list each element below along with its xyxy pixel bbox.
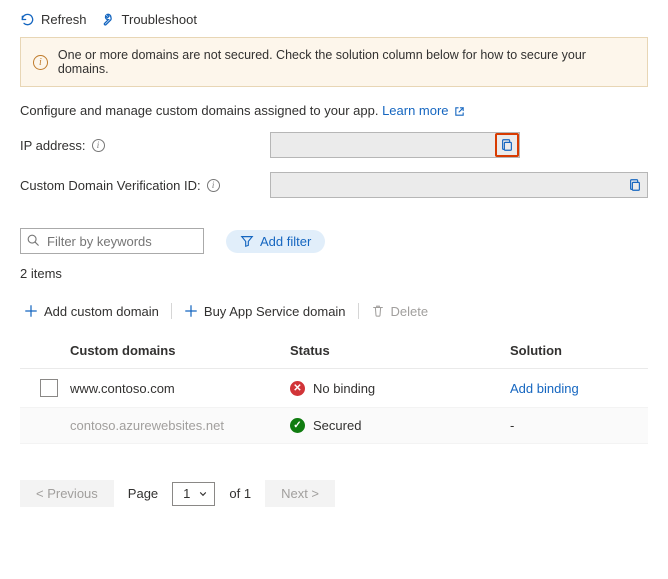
- copy-icon: [500, 138, 514, 152]
- table-row: contoso.azurewebsites.net ✓ Secured -: [20, 408, 648, 444]
- delete-button: Delete: [359, 304, 441, 319]
- add-filter-label: Add filter: [260, 234, 311, 249]
- cdv-copy-button[interactable]: [623, 173, 647, 197]
- cdv-label: Custom Domain Verification ID:: [20, 178, 201, 193]
- domains-table: Custom domains Status Solution www.conto…: [20, 333, 648, 444]
- page-select[interactable]: 1: [172, 482, 215, 506]
- copy-icon: [628, 178, 642, 192]
- page-label: Page: [128, 486, 158, 501]
- row-checkbox[interactable]: [40, 379, 58, 397]
- trash-icon: [371, 304, 385, 318]
- alert-text: One or more domains are not secured. Che…: [58, 48, 635, 76]
- plus-icon: [24, 304, 38, 318]
- add-custom-domain-button[interactable]: Add custom domain: [20, 304, 171, 319]
- refresh-icon: [20, 12, 35, 27]
- status-ok-icon: ✓: [290, 418, 305, 433]
- refresh-label: Refresh: [41, 12, 87, 27]
- refresh-button[interactable]: Refresh: [20, 12, 87, 27]
- ip-copy-button[interactable]: [495, 133, 519, 157]
- add-binding-link[interactable]: Add binding: [510, 381, 579, 396]
- status-text: Secured: [313, 418, 361, 433]
- items-count: 2 items: [20, 266, 648, 281]
- column-header-domain: Custom domains: [70, 343, 290, 358]
- cdv-info-icon[interactable]: i: [207, 179, 220, 192]
- troubleshoot-label: Troubleshoot: [122, 12, 197, 27]
- domain-cell: www.contoso.com: [70, 381, 290, 396]
- status-text: No binding: [313, 381, 375, 396]
- description-text: Configure and manage custom domains assi…: [20, 103, 382, 118]
- column-header-solution: Solution: [510, 343, 640, 358]
- troubleshoot-button[interactable]: Troubleshoot: [101, 12, 197, 27]
- cdv-field[interactable]: [270, 172, 648, 198]
- add-filter-button[interactable]: Add filter: [226, 230, 325, 253]
- filter-keywords-input[interactable]: [20, 228, 204, 254]
- next-page-button[interactable]: Next >: [265, 480, 335, 507]
- alert-banner: i One or more domains are not secured. C…: [20, 37, 648, 87]
- delete-label: Delete: [391, 304, 429, 319]
- description: Configure and manage custom domains assi…: [20, 103, 648, 118]
- chevron-down-icon: [198, 489, 208, 499]
- ip-info-icon[interactable]: i: [92, 139, 105, 152]
- page-number: 1: [183, 486, 190, 501]
- filter-icon: [240, 234, 254, 248]
- table-row: www.contoso.com ✕ No binding Add binding: [20, 369, 648, 408]
- add-custom-domain-label: Add custom domain: [44, 304, 159, 319]
- previous-page-button[interactable]: < Previous: [20, 480, 114, 507]
- column-header-status: Status: [290, 343, 510, 358]
- ip-address-label: IP address:: [20, 138, 86, 153]
- buy-app-service-domain-button[interactable]: Buy App Service domain: [172, 304, 358, 319]
- page-of: of 1: [229, 486, 251, 501]
- solution-cell: -: [510, 418, 640, 433]
- status-error-icon: ✕: [290, 381, 305, 396]
- buy-domain-label: Buy App Service domain: [204, 304, 346, 319]
- troubleshoot-icon: [101, 12, 116, 27]
- domain-cell: contoso.azurewebsites.net: [70, 418, 290, 433]
- plus-icon: [184, 304, 198, 318]
- learn-more-link[interactable]: Learn more: [382, 103, 465, 118]
- ip-address-field[interactable]: [270, 132, 520, 158]
- search-icon: [26, 233, 40, 247]
- external-link-icon: [454, 106, 465, 117]
- alert-info-icon: i: [33, 55, 48, 70]
